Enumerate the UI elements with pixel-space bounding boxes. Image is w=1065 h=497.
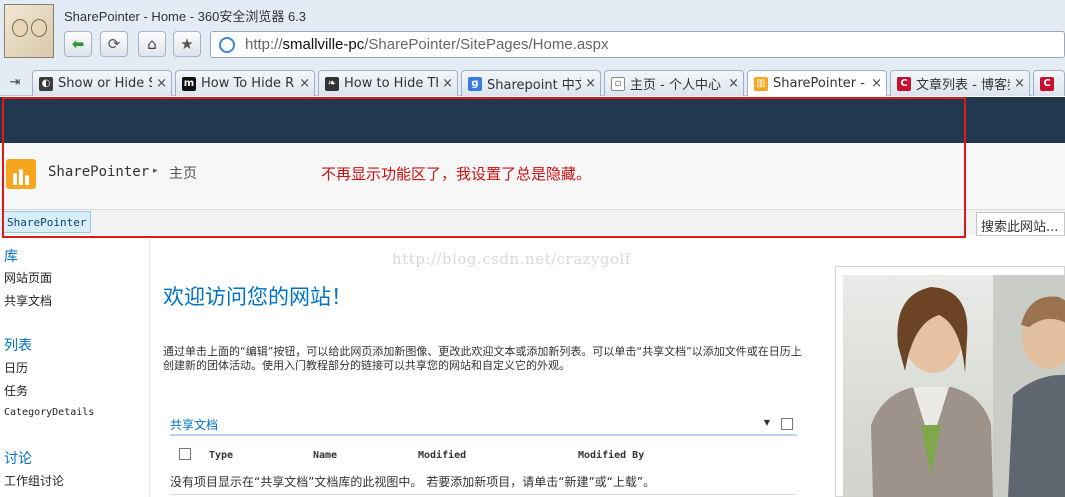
browser-tab-label: SharePointer - H bbox=[773, 76, 867, 91]
breadcrumb-site[interactable]: SharePointer bbox=[48, 164, 149, 180]
browser-tab[interactable]: C 文章列表 - 博客频 × bbox=[890, 70, 1030, 96]
home-icon: ⌂ bbox=[147, 35, 157, 53]
browser-chrome: SharePointer - Home - 360安全浏览器 6.3 ⬅ ⟳ ⌂… bbox=[0, 0, 1065, 96]
browser-tab[interactable]: ◐ Show or Hide S × bbox=[32, 70, 172, 96]
browser-tab-label: S bbox=[1059, 76, 1060, 91]
people-photo-illustration bbox=[871, 275, 1065, 497]
tab-strip: ⇥ ◐ Show or Hide S × m How To Hide R × ❧ How to… bbox=[0, 68, 1065, 96]
tab-close-icon[interactable]: × bbox=[156, 76, 167, 91]
nav-item-tasks[interactable]: 任务 bbox=[4, 382, 28, 399]
column-header-modified-by[interactable]: Modified By bbox=[578, 450, 644, 461]
avatar-face-left bbox=[12, 19, 28, 37]
browser-tab[interactable]: CS bbox=[1033, 70, 1065, 96]
top-nav-tab-home[interactable]: SharePointer bbox=[2, 211, 92, 233]
user-avatar[interactable] bbox=[4, 4, 54, 58]
dropdown-arrow-icon[interactable]: ▼ bbox=[764, 418, 770, 427]
browser-tab[interactable]: ❧ How to Hide Th × bbox=[318, 70, 458, 96]
tab-close-icon[interactable]: × bbox=[728, 76, 739, 91]
star-icon: ★ bbox=[180, 35, 194, 53]
welcome-image bbox=[835, 266, 1065, 497]
library-header: 共享文档 ▼ bbox=[170, 414, 797, 436]
url-text[interactable]: http://smallville-pc/SharePointer/SitePa… bbox=[245, 36, 609, 53]
browser-tab[interactable]: ▫ 主页 - 个人中心 × bbox=[604, 70, 744, 96]
browser-tab-label: How to Hide Th bbox=[344, 76, 439, 91]
column-header-type[interactable]: Type bbox=[209, 450, 233, 461]
library-title[interactable]: 共享文档 bbox=[170, 416, 218, 433]
nav-heading-discussions[interactable]: 讨论 bbox=[4, 448, 32, 468]
browser-tab[interactable]: g Sharepoint 中文 × bbox=[461, 70, 601, 96]
refresh-icon: ⟳ bbox=[107, 35, 121, 53]
annotation-note: 不再显示功能区了，我设置了总是隐藏。 bbox=[321, 165, 592, 183]
favorite-button[interactable]: ★ bbox=[173, 31, 201, 57]
breadcrumb-page: 主页 bbox=[169, 166, 197, 182]
nav-item-calendar[interactable]: 日历 bbox=[4, 359, 28, 376]
tab-favicon-icon: ▫ bbox=[611, 76, 625, 91]
nav-item-shared-docs[interactable]: 共享文档 bbox=[4, 292, 52, 309]
avatar-face-right bbox=[31, 19, 47, 37]
column-header-modified[interactable]: Modified bbox=[418, 450, 466, 461]
welcome-description: 通过单击上面的“编辑”按钮，可以给此网页添加新图像、更改此欢迎文本或添加新列表。… bbox=[163, 345, 802, 372]
tab-close-icon[interactable]: × bbox=[1014, 76, 1025, 91]
breadcrumb-separator-icon: ▸ bbox=[153, 166, 158, 176]
tab-favicon-icon: C bbox=[897, 76, 911, 91]
page-title: 欢迎访问您的网站！ bbox=[163, 285, 352, 309]
browser-tab-label: Sharepoint 中文 bbox=[487, 78, 582, 93]
window-title: SharePointer - Home - 360安全浏览器 6.3 bbox=[64, 9, 307, 24]
tab-close-icon[interactable]: × bbox=[299, 76, 310, 91]
browser-tab-label: 文章列表 - 博客频 bbox=[916, 78, 1011, 93]
library-select-checkbox[interactable] bbox=[781, 418, 793, 430]
suite-bar bbox=[0, 97, 1065, 143]
tab-favicon-icon: ▥ bbox=[754, 76, 768, 91]
watermark-text: http://blog.csdn.net/crazygolf bbox=[392, 250, 631, 268]
column-header-name[interactable]: Name bbox=[313, 450, 337, 461]
select-all-checkbox[interactable] bbox=[179, 448, 191, 460]
site-logo-icon[interactable] bbox=[6, 159, 36, 189]
quick-launch: 库 网站页面 共享文档 列表 日历 任务 CategoryDetails 讨论 … bbox=[0, 238, 150, 497]
refresh-button[interactable]: ⟳ bbox=[100, 31, 128, 57]
sidebar-toggle-icon[interactable]: ⇥ bbox=[4, 72, 26, 92]
browser-tab-label: How To Hide R bbox=[201, 76, 295, 91]
tab-favicon-icon: C bbox=[1040, 76, 1054, 91]
tab-close-icon[interactable]: × bbox=[871, 76, 882, 91]
nav-heading-libraries[interactable]: 库 bbox=[4, 246, 18, 266]
globe-icon bbox=[219, 37, 235, 53]
tab-close-icon[interactable]: × bbox=[585, 76, 596, 91]
library-empty-message: 没有项目显示在“共享文档”文档库的此视图中。 若要添加新项目，请单击“新建”或“… bbox=[170, 473, 797, 495]
nav-item-site-pages[interactable]: 网站页面 bbox=[4, 269, 52, 286]
back-arrow-icon: ⬅ bbox=[71, 35, 85, 53]
browser-tab-label: 主页 - 个人中心 bbox=[630, 78, 721, 93]
address-bar[interactable]: http://smallville-pc/SharePointer/SitePa… bbox=[210, 31, 1065, 58]
browser-tab[interactable]: ▥ SharePointer - H × bbox=[747, 70, 887, 96]
search-input[interactable]: 搜索此网站... bbox=[976, 212, 1065, 236]
tab-favicon-icon: g bbox=[468, 76, 482, 91]
tab-favicon-icon: m bbox=[182, 76, 196, 91]
browser-tab-label: Show or Hide S bbox=[58, 76, 153, 91]
home-button[interactable]: ⌂ bbox=[138, 31, 166, 57]
tab-close-icon[interactable]: × bbox=[442, 76, 453, 91]
nav-item-category-details[interactable]: CategoryDetails bbox=[4, 407, 94, 418]
tab-favicon-icon: ◐ bbox=[39, 76, 53, 91]
nav-item-team-discussion[interactable]: 工作组讨论 bbox=[4, 472, 64, 489]
nav-heading-lists[interactable]: 列表 bbox=[4, 335, 32, 355]
top-nav-bar bbox=[0, 209, 1065, 235]
browser-tab[interactable]: m How To Hide R × bbox=[175, 70, 315, 96]
tab-favicon-icon: ❧ bbox=[325, 76, 339, 91]
welcome-photo bbox=[843, 275, 1065, 497]
back-button[interactable]: ⬅ bbox=[64, 31, 92, 57]
